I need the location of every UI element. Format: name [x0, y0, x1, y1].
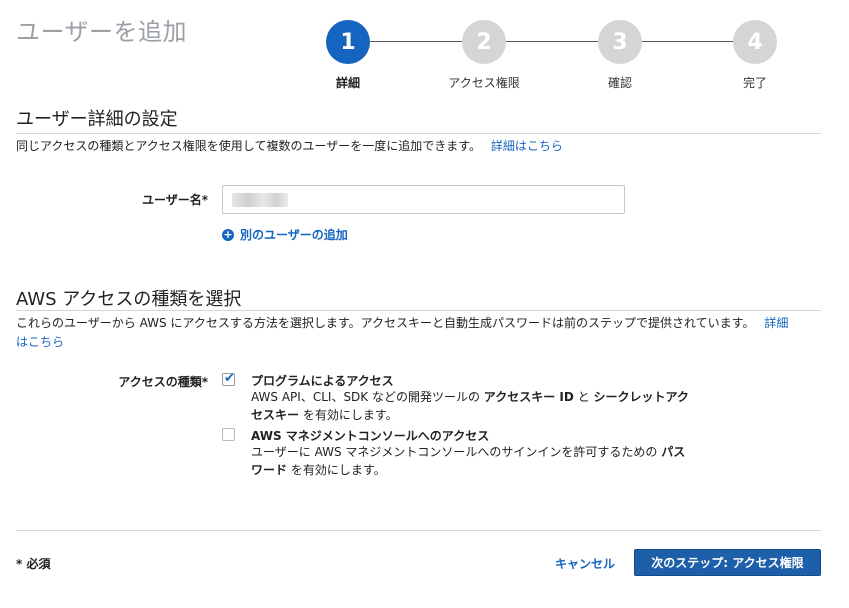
plus-circle-icon: +: [222, 227, 234, 241]
desc-bold: ワード: [251, 463, 288, 477]
step-1-label: 詳細: [335, 76, 360, 90]
step-2-label: アクセス権限: [448, 76, 520, 90]
step-3-circle: 3: [598, 20, 642, 64]
username-redacted-value: [232, 193, 288, 207]
step-connector: [642, 41, 734, 42]
console-access-description: ユーザーに AWS マネジメントコンソールへのサインインを許可するための パスワ…: [251, 443, 721, 479]
console-access-title: AWS マネジメントコンソールへのアクセス: [251, 429, 490, 443]
check-icon: ✔: [224, 371, 235, 386]
desc-text: と: [573, 390, 594, 404]
cancel-button[interactable]: キャンセル: [555, 555, 615, 572]
desc-text: を有効にします。: [299, 408, 398, 422]
learn-more-part-2[interactable]: はこちら: [16, 335, 64, 349]
desc-bold: パス: [661, 445, 686, 459]
add-user-label: 別のユーザーの追加: [240, 228, 348, 242]
desc-bold: シークレットアク: [593, 390, 689, 404]
programmatic-access-description: AWS API、CLI、SDK などの開発ツールの アクセスキー ID と シー…: [251, 388, 721, 424]
user-details-description-text: 同じアクセスの種類とアクセス権限を使用して複数のユーザーを一度に追加できます。: [16, 139, 482, 153]
desc-text: ユーザーに AWS マネジメントコンソールへのサインインを許可するための: [251, 445, 662, 459]
username-label: ユーザー名*: [141, 193, 208, 207]
learn-more-part-1[interactable]: 詳細: [764, 316, 788, 330]
learn-more-link[interactable]: 詳細はこちら: [491, 139, 563, 153]
access-type-description-text: これらのユーザーから AWS にアクセスする方法を選択します。アクセスキーと自動…: [16, 316, 755, 330]
step-4-circle: 4: [733, 20, 777, 64]
step-connector: [506, 41, 598, 42]
user-details-heading: ユーザー詳細の設定: [16, 109, 178, 130]
step-connector: [370, 41, 462, 42]
access-type-heading: AWS アクセスの種類を選択: [16, 289, 242, 310]
desc-text: AWS API、CLI、SDK などの開発ツールの: [251, 390, 484, 404]
required-note: * 必須: [16, 557, 51, 571]
desc-bold: アクセスキー ID: [483, 390, 574, 404]
step-3-label: 確認: [607, 76, 632, 90]
section-divider: [16, 133, 821, 134]
footer-divider: [16, 530, 821, 531]
section-divider: [16, 310, 821, 311]
desc-bold: セスキー: [251, 408, 300, 422]
username-input[interactable]: [222, 185, 625, 214]
step-2-circle: 2: [462, 20, 506, 64]
programmatic-access-title: プログラムによるアクセス: [251, 374, 394, 388]
programmatic-access-checkbox[interactable]: ✔: [222, 371, 235, 386]
add-another-user-link[interactable]: + 別のユーザーの追加: [222, 226, 348, 243]
access-type-description: これらのユーザーから AWS にアクセスする方法を選択します。アクセスキーと自動…: [16, 314, 821, 352]
wizard-stepper: 1 2 3 4 詳細 アクセス権限 確認 完了: [0, 0, 849, 100]
step-4-label: 完了: [742, 76, 767, 90]
step-1-circle: 1: [326, 20, 370, 64]
next-step-button[interactable]: 次のステップ: アクセス権限: [634, 549, 821, 576]
console-access-checkbox[interactable]: [222, 428, 235, 441]
access-type-label: アクセスの種類*: [118, 375, 208, 389]
user-details-description: 同じアクセスの種類とアクセス権限を使用して複数のユーザーを一度に追加できます。 …: [16, 137, 563, 156]
desc-text: を有効にします。: [287, 463, 386, 477]
